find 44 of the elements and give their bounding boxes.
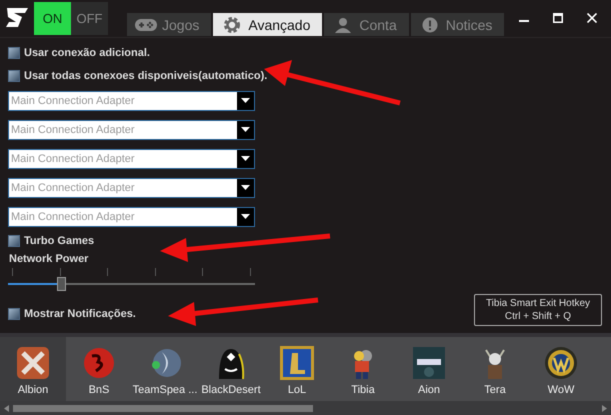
checkbox[interactable] <box>8 46 20 59</box>
checkbox-label: Usar todas conexoes disponiveis(automatico). <box>24 70 268 82</box>
game-item[interactable]: LoL <box>264 336 330 402</box>
checkbox[interactable] <box>8 234 20 247</box>
game-item[interactable]: BnS <box>66 336 132 402</box>
game-item[interactable]: WoW <box>528 336 594 402</box>
scroll-right-icon[interactable] <box>602 404 607 412</box>
checkbox-label: Mostrar Notificações. <box>24 308 136 320</box>
caret-icon <box>241 214 250 220</box>
maximize-icon[interactable] <box>553 13 563 23</box>
checkbox[interactable] <box>8 308 20 320</box>
on-option[interactable]: ON <box>34 2 71 35</box>
game-icon <box>412 346 446 380</box>
tab[interactable]: Jogos <box>127 13 212 36</box>
game-item[interactable]: TeamSpea ... <box>132 336 198 402</box>
slider-label: Network Power <box>9 252 90 265</box>
game-item[interactable]: Albion <box>0 336 66 402</box>
off-option[interactable]: OFF <box>71 2 108 35</box>
scroll-left-icon[interactable] <box>4 404 9 412</box>
hotkey-button[interactable]: Tibia Smart Exit Hotkey Ctrl + Shift + Q <box>474 294 602 326</box>
tab[interactable]: Notices <box>410 13 504 36</box>
game-icon <box>16 346 50 380</box>
scroll-thumb[interactable] <box>13 404 313 412</box>
game-item[interactable]: BlackDesert <box>198 336 264 402</box>
checkbox-label: Turbo Games <box>24 234 94 247</box>
power-toggle[interactable]: ON OFF <box>34 2 108 35</box>
tab[interactable]: Avançado <box>213 13 322 36</box>
caret-icon <box>241 185 250 190</box>
tab[interactable]: Conta <box>324 13 409 36</box>
horizontal-scrollbar[interactable] <box>0 401 611 415</box>
checkbox-label: Usar conexão adicional. <box>24 46 150 59</box>
game-icon <box>82 346 116 380</box>
slider-thumb[interactable] <box>57 276 66 291</box>
close-icon[interactable] <box>587 13 597 23</box>
game-item[interactable]: Tibia <box>330 336 396 402</box>
game-icon <box>544 346 578 380</box>
gamepad-icon <box>135 16 157 32</box>
caret-icon <box>241 98 250 104</box>
game-item[interactable]: Tera <box>462 336 528 402</box>
game-item[interactable]: Aion <box>396 336 462 402</box>
caret-icon <box>241 127 250 132</box>
checkbox[interactable] <box>8 70 20 82</box>
caret-icon <box>241 156 250 162</box>
game-icon <box>280 346 314 380</box>
